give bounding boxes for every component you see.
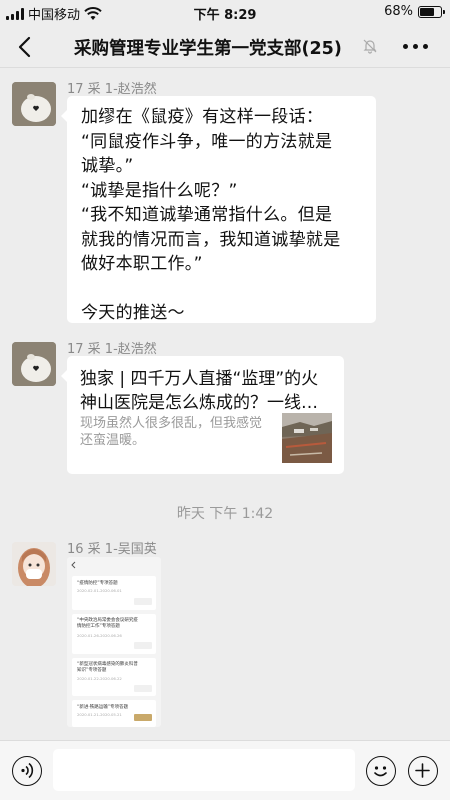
message-line: “诚挚是指什么呢？” [81,180,238,201]
input-bar [0,740,450,800]
voice-icon[interactable] [12,756,42,786]
avatar[interactable] [12,542,56,586]
plus-icon[interactable] [408,756,438,786]
message-line: “同鼠疫作斗争，唯一的方法就是 [81,131,333,152]
avatar[interactable] [12,82,56,126]
image-card-date: 2020.01.21-2020.05.21 [77,712,122,717]
image-card-title: “中央政治局常委会会议研究疫情防控工作”专项答题 [77,618,138,629]
sender-name: 16 采 1-吴国英 [67,542,157,557]
link-card[interactable]: 独家 | 四千万人直播“监理”的火 神山医院是怎么炼成的？一线… 现场虽然人很多… [61,356,344,474]
image-card-date: 2020.01.22-2020.06.22 [77,676,122,681]
image-message[interactable]: “疫情防控”专项答题 2020.02.01-2020.06.01 “中央政治局常… [67,557,161,727]
image-card-title: “新型冠状病毒感染的肺炎科普知识”专项答题 [77,662,138,673]
message-line: 就我的情况而言，我知道诚挚就是 [81,229,341,250]
link-title-line: 神山医院是怎么炼成的？一线… [80,393,318,413]
image-card-title: “新进·铁路运输”专项答题 [77,705,129,710]
link-thumbnail [282,413,332,463]
message-bubble[interactable]: 加缪在《鼠疫》有这样一段话： “同鼠疫作斗争，唯一的方法就是 诚挚。” “诚挚是… [61,96,376,323]
ellipsis-icon[interactable] [403,44,428,49]
image-card-button [134,714,152,721]
avatar-image [12,542,56,586]
chevron-left-icon[interactable] [12,34,38,60]
chat-header: 采购管理专业学生第一党支部(25) [0,24,450,68]
image-card-button [134,642,152,649]
message-line: 今天的推送～ [81,303,185,323]
link-title-line: 独家 | 四千万人直播“监理”的火 [80,369,319,389]
message-input[interactable] [53,749,355,791]
image-card-title: “疫情防控”专项答题 [77,581,118,586]
avatar[interactable] [12,342,56,386]
battery-percent: 68% [384,4,413,19]
avatar-image [12,82,56,126]
image-card: “中央政治局常委会会议研究疫情防控工作”专项答题 2020.01.26-2020… [72,614,156,654]
battery-icon [418,5,445,18]
image-card: “新进·铁路运输”专项答题 2020.01.21-2020.05.21 [72,700,156,727]
sender-name: 17 采 1-赵浩然 [67,82,157,97]
status-bar: 中国移动 下午 8:29 68% [0,0,450,24]
message-line [81,277,362,302]
avatar-image [12,342,56,386]
image-card: “新型冠状病毒感染的肺炎科普知识”专项答题 2020.01.22-2020.06… [72,658,156,696]
time-divider: 昨天 下午 1:42 [176,506,274,522]
status-time: 下午 8:29 [193,8,257,23]
status-right: 68% [384,4,445,19]
message-line: 做好本职工作。” [81,254,203,274]
message-line: 诚挚。” [81,156,134,176]
image-card-button [134,598,152,605]
chat-title: 采购管理专业学生第一党支部(25) [74,39,342,59]
message-line: “我不知道诚挚通常指什么。但是 [81,205,333,225]
emoji-icon[interactable] [366,756,396,786]
bell-muted-icon [363,39,377,54]
link-desc-line: 还蛮温暖。 [80,433,146,448]
image-card-button [134,685,152,692]
link-desc-line: 现场虽然人很多很乱，但我感觉 [80,416,263,431]
chevron-left-icon [71,561,76,569]
sender-name: 17 采 1-赵浩然 [67,342,157,357]
image-card-date: 2020.01.26-2020.06.26 [77,633,122,638]
image-card: “疫情防控”专项答题 2020.02.01-2020.06.01 [72,576,156,610]
message-line: 加缪在《鼠疫》有这样一段话： [81,107,324,127]
image-card-date: 2020.02.01-2020.06.01 [77,588,122,593]
